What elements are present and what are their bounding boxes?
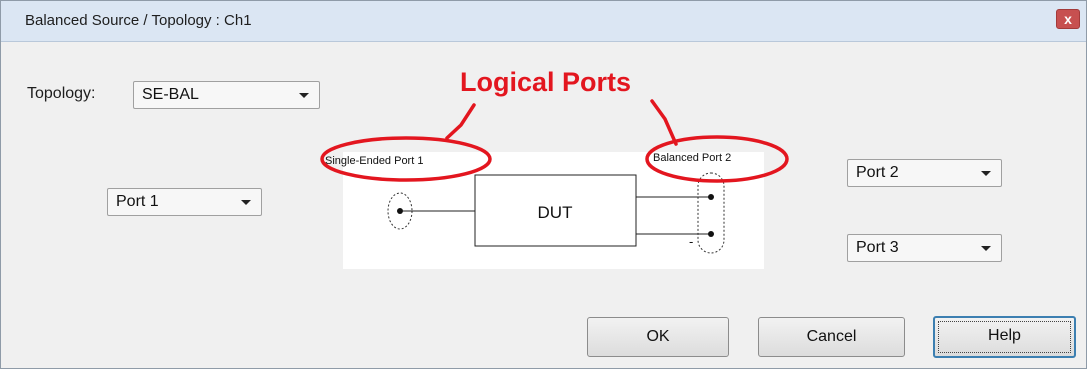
balanced-port-outline: [697, 172, 725, 254]
logical-ports-heading: Logical Ports: [460, 67, 631, 97]
balanced-topology-dialog: Balanced Source / Topology : Ch1 x Topol…: [0, 0, 1087, 369]
focus-outline: [938, 321, 1071, 353]
annotation-arrow-right: [650, 99, 678, 146]
dut-label: DUT: [538, 203, 573, 222]
minus-sign: -: [689, 234, 693, 249]
balanced-port-plus-dot: [708, 194, 714, 200]
topology-diagram: DUT - Single-Ended Port 1 Balanced Port …: [320, 67, 789, 254]
ok-button[interactable]: OK: [587, 317, 729, 357]
annotation-arrow-left: [445, 103, 476, 140]
single-ended-port-dot: [397, 208, 403, 214]
balanced-port-label: Balanced Port 2: [653, 152, 731, 164]
help-button[interactable]: Help: [933, 316, 1076, 358]
single-ended-port-label: Single-Ended Port 1: [325, 155, 423, 167]
balanced-port-minus-dot: [708, 231, 714, 237]
cancel-button[interactable]: Cancel: [758, 317, 905, 357]
